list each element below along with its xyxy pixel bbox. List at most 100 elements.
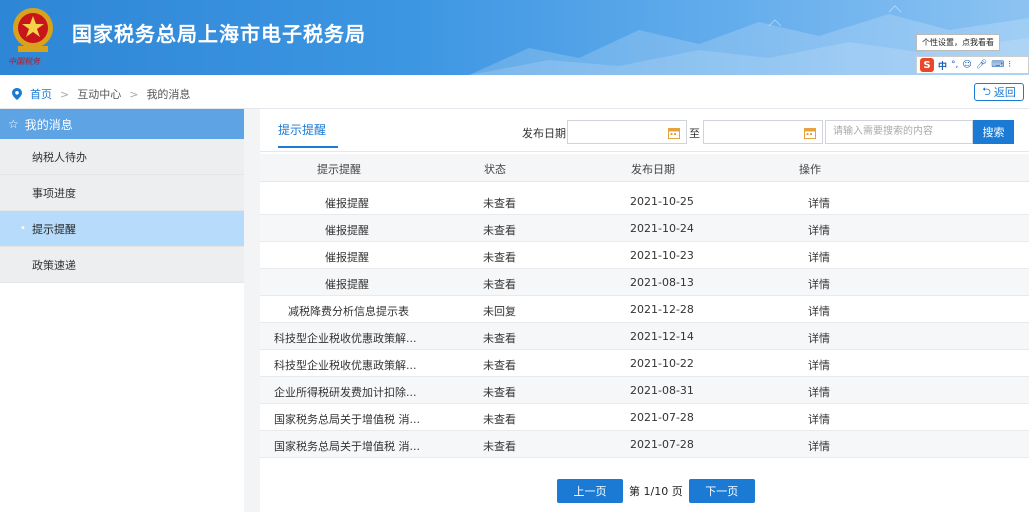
start-date-input[interactable] <box>567 120 687 144</box>
ime-tooltip: 个性设置，点我看看 <box>916 34 1000 51</box>
row-date: 2021-10-23 <box>630 249 694 262</box>
row-title[interactable]: 催报提醒 <box>325 195 369 211</box>
column-header-status: 状态 <box>484 163 506 176</box>
back-button[interactable]: ⮌ 返回 <box>974 83 1024 101</box>
row-title[interactable]: 减税降费分析信息提示表 <box>288 303 409 319</box>
row-detail-link[interactable]: 详情 <box>808 411 830 427</box>
sidebar-title: 我的消息 <box>24 117 73 132</box>
row-title[interactable]: 科技型企业税收优惠政策解... <box>274 330 417 346</box>
table-row: 国家税务总局关于增值税 消... 未查看 2021-07-28 详情 <box>260 431 1029 458</box>
sidebar-header: ☆ 我的消息 <box>0 109 244 139</box>
breadcrumb-bar: 首页 > 互动中心 > 我的消息 ⮌ 返回 <box>0 75 1029 109</box>
row-detail-link[interactable]: 详情 <box>808 222 830 238</box>
row-status: 未查看 <box>483 440 516 453</box>
ime-mode-label[interactable]: 中 <box>938 59 947 72</box>
row-detail-link[interactable]: 详情 <box>808 330 830 346</box>
row-status: 未查看 <box>483 224 516 237</box>
sidebar-item-policy[interactable]: 政策速递 <box>0 247 244 283</box>
table-row: 催报提醒 未查看 2021-10-25 详情 <box>260 188 1029 215</box>
row-date: 2021-08-13 <box>630 276 694 289</box>
row-date: 2021-10-25 <box>630 195 694 208</box>
star-icon: ☆ <box>8 117 19 131</box>
row-title[interactable]: 科技型企业税收优惠政策解... <box>274 357 417 373</box>
row-title[interactable]: 国家税务总局关于增值税 消... <box>274 411 420 427</box>
row-date: 2021-07-28 <box>630 438 694 451</box>
row-status: 未查看 <box>483 359 516 372</box>
table-row: 催报提醒 未查看 2021-08-13 详情 <box>260 269 1029 296</box>
back-arrow-icon: ⮌ <box>982 84 991 98</box>
table-row: 催报提醒 未查看 2021-10-24 详情 <box>260 215 1029 242</box>
row-title[interactable]: 企业所得税研发费加计扣除... <box>274 384 417 400</box>
location-pin-icon <box>12 88 22 100</box>
next-page-button[interactable]: 下一页 <box>688 479 755 503</box>
punctuation-icon[interactable]: °, <box>951 60 958 70</box>
column-header-action: 操作 <box>799 163 821 176</box>
emoji-icon[interactable]: ☺ <box>962 60 971 70</box>
row-title[interactable]: 催报提醒 <box>325 222 369 238</box>
search-input[interactable]: 请输入需要搜索的内容 <box>825 120 973 144</box>
search-button[interactable]: 搜索 <box>973 120 1014 144</box>
sidebar: ☆ 我的消息 纳税人待办 事项进度 提示提醒 政策速递 <box>0 109 244 512</box>
row-date: 2021-12-28 <box>630 303 694 316</box>
row-detail-link[interactable]: 详情 <box>808 276 830 292</box>
row-date: 2021-07-28 <box>630 411 694 424</box>
table-row: 企业所得税研发费加计扣除... 未查看 2021-08-31 详情 <box>260 377 1029 404</box>
row-date: 2021-10-24 <box>630 222 694 235</box>
sidebar-item-reminders[interactable]: 提示提醒 <box>0 211 244 247</box>
back-button-label: 返回 <box>993 86 1016 99</box>
prev-page-button[interactable]: 上一页 <box>557 479 623 503</box>
emblem-caption: 中国税务 <box>8 57 40 66</box>
row-status: 未查看 <box>483 197 516 210</box>
row-status: 未查看 <box>483 251 516 264</box>
table-row: 科技型企业税收优惠政策解... 未查看 2021-10-22 详情 <box>260 350 1029 377</box>
content-panel: 提示提醒 发布日期 至 请输入需要搜索的内容 搜索 提示提醒 状态 发布日期 操… <box>260 109 1029 512</box>
ime-toolbar[interactable]: S 中 °, ☺ 🎤︎ ⌨ ⁝ <box>916 56 1029 74</box>
row-detail-link[interactable]: 详情 <box>808 357 830 373</box>
row-detail-link[interactable]: 详情 <box>808 195 830 211</box>
breadcrumb-home-link[interactable]: 首页 <box>30 86 52 102</box>
site-title: 国家税务总局上海市电子税务局 <box>72 22 366 46</box>
row-status: 未查看 <box>483 332 516 345</box>
breadcrumb-level1[interactable]: 互动中心 <box>77 86 121 102</box>
sidebar-item-taxpayer-todo[interactable]: 纳税人待办 <box>0 139 244 175</box>
menu-icon[interactable]: ⁝ <box>1008 60 1011 70</box>
end-date-input[interactable] <box>703 120 823 144</box>
column-header-date: 发布日期 <box>631 163 675 176</box>
sogou-logo-icon[interactable]: S <box>920 58 934 72</box>
row-status: 未查看 <box>483 413 516 426</box>
keyboard-icon[interactable]: ⌨ <box>991 60 1004 70</box>
breadcrumb-separator: > <box>60 87 70 101</box>
row-status: 未查看 <box>483 278 516 291</box>
microphone-icon[interactable]: 🎤︎ <box>976 60 987 70</box>
page-indicator: 第 1/10 页 <box>629 485 683 498</box>
sidebar-item-progress[interactable]: 事项进度 <box>0 175 244 211</box>
row-detail-link[interactable]: 详情 <box>808 438 830 454</box>
date-range-separator: 至 <box>689 127 700 140</box>
calendar-icon[interactable] <box>804 127 816 139</box>
row-title[interactable]: 催报提醒 <box>325 276 369 292</box>
table-row: 减税降费分析信息提示表 未回复 2021-12-28 详情 <box>260 296 1029 323</box>
row-status: 未查看 <box>483 386 516 399</box>
table-row: 国家税务总局关于增值税 消... 未查看 2021-07-28 详情 <box>260 404 1029 431</box>
table-row: 催报提醒 未查看 2021-10-23 详情 <box>260 242 1029 269</box>
header-banner: 中国税务 国家税务总局上海市电子税务局 <box>0 0 1029 75</box>
column-header-title: 提示提醒 <box>317 163 361 176</box>
breadcrumb-separator: > <box>129 87 139 101</box>
tax-emblem-icon <box>13 8 53 52</box>
row-date: 2021-12-14 <box>630 330 694 343</box>
tab-reminders[interactable]: 提示提醒 <box>278 121 338 148</box>
date-filter-label: 发布日期 <box>522 127 566 140</box>
row-date: 2021-08-31 <box>630 384 694 397</box>
row-title[interactable]: 国家税务总局关于增值税 消... <box>274 438 420 454</box>
table-header: 提示提醒 状态 发布日期 操作 <box>260 154 1029 182</box>
calendar-icon[interactable] <box>668 127 680 139</box>
row-status: 未回复 <box>483 305 516 318</box>
tab-divider <box>260 151 1029 152</box>
row-title[interactable]: 催报提醒 <box>325 249 369 265</box>
row-detail-link[interactable]: 详情 <box>808 384 830 400</box>
table-body: 催报提醒 未查看 2021-10-25 详情 催报提醒 未查看 2021-10-… <box>260 188 1029 458</box>
row-detail-link[interactable]: 详情 <box>808 303 830 319</box>
row-date: 2021-10-22 <box>630 357 694 370</box>
row-detail-link[interactable]: 详情 <box>808 249 830 265</box>
breadcrumb-current: 我的消息 <box>146 88 191 101</box>
